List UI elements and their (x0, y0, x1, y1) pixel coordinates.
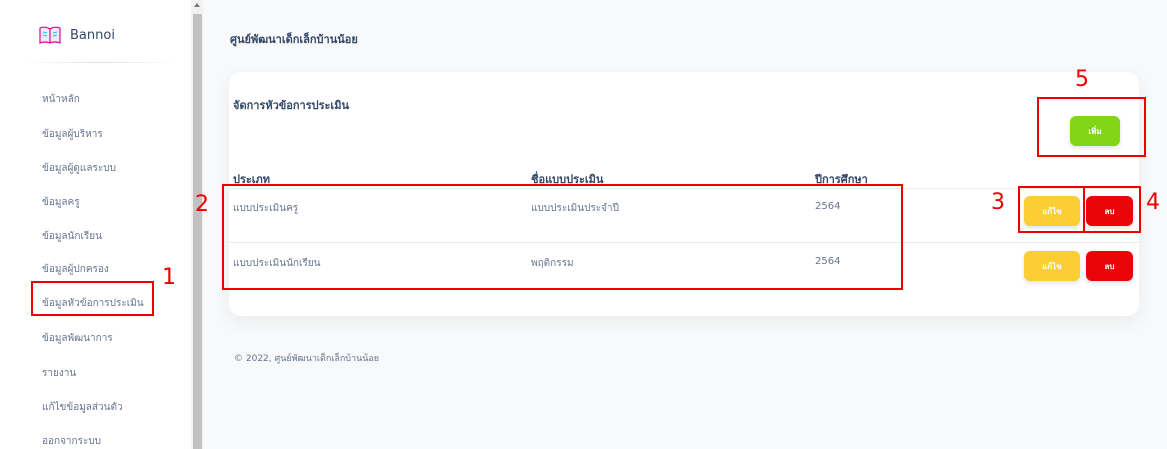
sidebar-item-logout[interactable]: ออกจากระบบ (42, 434, 101, 449)
sidebar-item-home[interactable]: หน้าหลัก (42, 92, 80, 107)
sidebar-item-reports[interactable]: รายงาน (42, 366, 76, 381)
sidebar-item-admins[interactable]: ข้อมูลผู้ดูแลระบบ (42, 161, 116, 176)
row-1-name: แบบประเมินประจำปี (531, 203, 619, 214)
open-book-icon (39, 26, 61, 44)
page-title: ศูนย์พัฒนาเด็กเล็กบ้านน้อย (230, 33, 358, 46)
column-header-year: ปีการศึกษา (815, 173, 868, 186)
row-2-name: พฤติกรรม (531, 258, 574, 269)
table-divider (229, 242, 1139, 243)
sidebar-scrollbar-thumb[interactable] (193, 14, 202, 449)
footer-copyright: © 2022, ศูนย์พัฒนาเด็กเล็กบ้านน้อย (234, 354, 380, 364)
row-1-edit-button[interactable]: แก้ไข (1024, 196, 1080, 226)
add-button[interactable]: เพิ่ม (1070, 116, 1120, 146)
row-2-edit-button[interactable]: แก้ไข (1024, 251, 1080, 281)
column-header-name: ชื่อแบบประเมิน (531, 173, 604, 186)
sidebar-item-students[interactable]: ข้อมูลนักเรียน (42, 229, 102, 244)
sidebar: Bannoi หน้าหลัก ข้อมูลผู้บริหาร ข้อมูลผู… (0, 0, 190, 449)
annotation-number-1: 1 (162, 265, 176, 290)
row-2-delete-button[interactable]: ลบ (1086, 251, 1133, 281)
row-1-type: แบบประเมินครู (233, 203, 299, 214)
column-header-type: ประเภท (233, 173, 271, 186)
table-divider (229, 188, 1139, 189)
sidebar-item-development[interactable]: ข้อมูลพัฒนาการ (42, 331, 113, 346)
annotation-number-4: 4 (1146, 190, 1160, 215)
annotation-number-2: 2 (195, 192, 209, 217)
sidebar-item-parents[interactable]: ข้อมูลผู้ปกครอง (42, 262, 109, 277)
brand-name: Bannoi (70, 27, 115, 43)
brand[interactable]: Bannoi (39, 25, 115, 45)
sidebar-item-edit-profile[interactable]: แก้ไขข้อมูลส่วนตัว (42, 400, 123, 415)
scroll-up-arrow-icon[interactable] (194, 3, 200, 7)
row-1-delete-button[interactable]: ลบ (1086, 196, 1133, 226)
row-2-type: แบบประเมินนักเรียน (233, 258, 321, 269)
annotation-number-5: 5 (1075, 67, 1089, 92)
card-title: จัดการหัวข้อการประเมิน (233, 99, 349, 112)
row-2-year: 2564 (815, 256, 841, 267)
sidebar-item-executives[interactable]: ข้อมูลผู้บริหาร (42, 127, 103, 142)
annotation-number-3: 3 (991, 190, 1005, 215)
row-1-year: 2564 (815, 201, 841, 212)
divider (24, 62, 178, 63)
sidebar-item-teachers[interactable]: ข้อมูลครู (42, 195, 80, 210)
sidebar-item-assessment-topics[interactable]: ข้อมูลหัวข้อการประเมิน (42, 296, 144, 311)
